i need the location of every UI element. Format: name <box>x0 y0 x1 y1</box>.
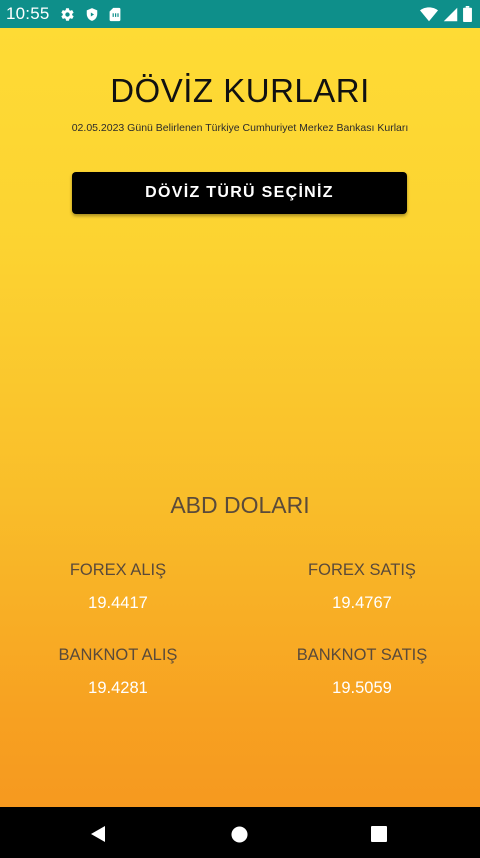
sim-card-icon <box>109 7 121 22</box>
status-icons-right <box>420 0 472 28</box>
forex-sell-label: FOREX SATIŞ <box>308 561 416 579</box>
status-icons-left <box>60 7 121 22</box>
banknote-sell-value: 19.5059 <box>332 679 392 697</box>
wifi-icon <box>420 6 438 22</box>
currency-name: ABD DOLARI <box>170 492 310 518</box>
banknote-buy-value: 19.4281 <box>88 679 148 697</box>
forex-buy-label: FOREX ALIŞ <box>69 561 167 579</box>
back-icon[interactable] <box>89 825 107 848</box>
status-bar: 10:55 <box>0 0 480 28</box>
home-icon[interactable] <box>231 826 248 848</box>
navigation-bar <box>0 807 480 858</box>
forex-sell-value: 19.4767 <box>332 594 392 612</box>
select-currency-button[interactable]: DÖVİZ TÜRÜ SEÇİNİZ <box>72 172 407 214</box>
page-subtitle: 02.05.2023 Günü Belirlenen Türkiye Cumhu… <box>71 122 409 134</box>
forex-buy-value: 19.4417 <box>88 594 148 612</box>
status-time: 10:55 <box>6 4 50 23</box>
banknote-sell-label: BANKNOT SATIŞ <box>296 646 428 664</box>
cell-signal-icon <box>443 7 458 22</box>
shield-icon <box>85 7 99 22</box>
banknote-buy-label: BANKNOT ALIŞ <box>58 646 178 664</box>
page-title: DÖVİZ KURLARI <box>110 72 370 109</box>
gear-icon <box>60 7 75 22</box>
recents-icon[interactable] <box>371 826 387 847</box>
battery-icon <box>463 6 472 22</box>
